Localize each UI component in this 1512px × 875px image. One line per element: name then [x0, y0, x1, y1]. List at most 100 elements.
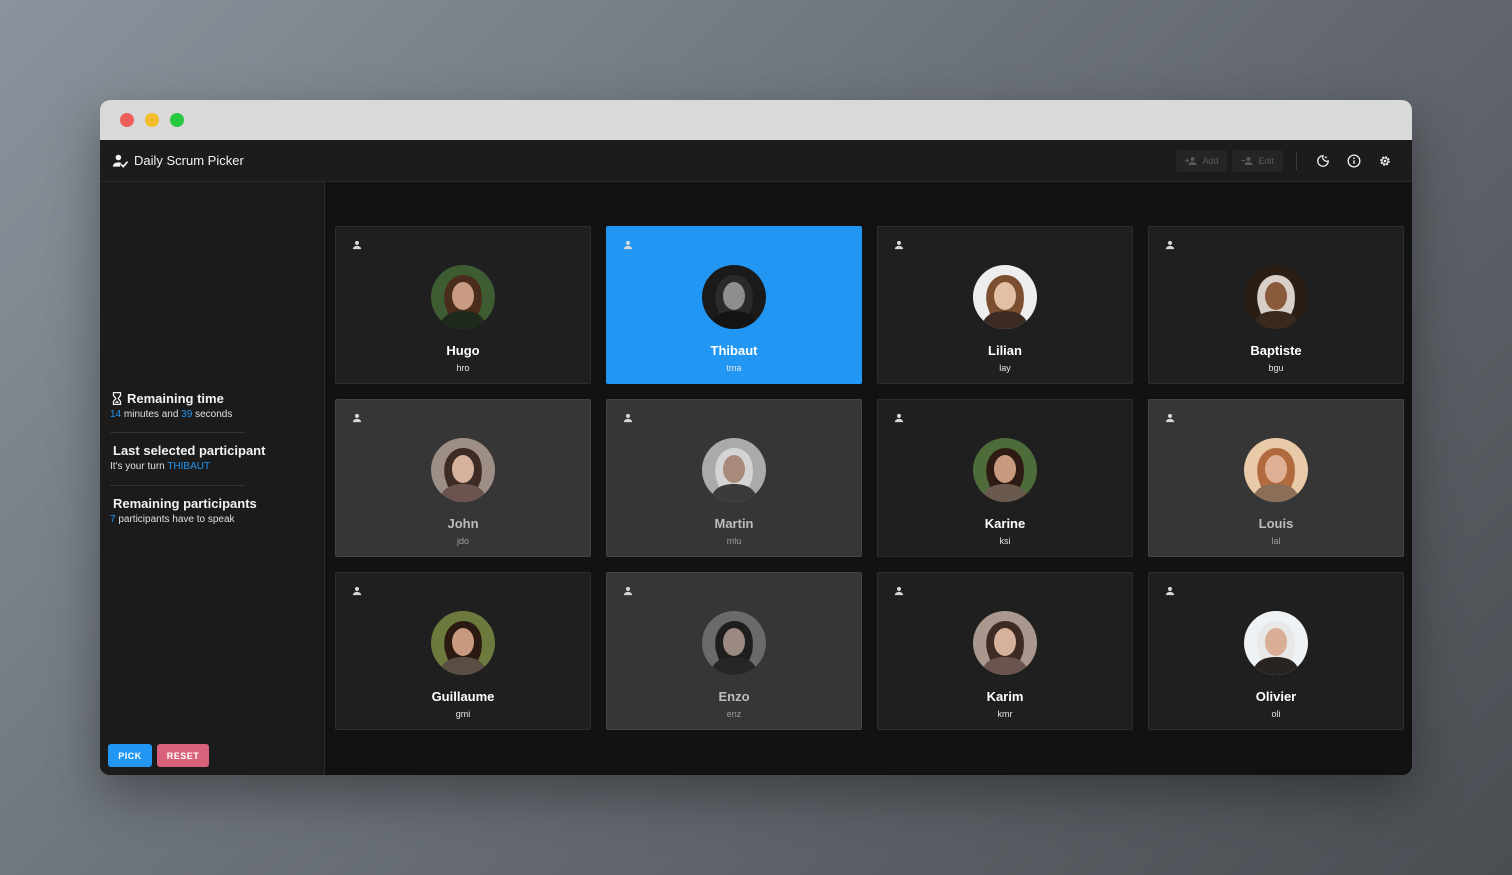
- last-selected-title: Last selected participant: [113, 443, 266, 458]
- avatar: [702, 611, 766, 675]
- participant-name: Karine: [984, 516, 1026, 531]
- person-icon: [894, 240, 904, 250]
- edit-button-label: Edit: [1258, 155, 1274, 166]
- participant-code: enz: [726, 709, 742, 719]
- participant-name: John: [447, 516, 479, 531]
- last-selected-text: It's your turn THIBAUT: [110, 461, 211, 472]
- person-icon: [623, 413, 633, 423]
- avatar: [431, 265, 495, 329]
- remaining-participants-text: 7 participants have to speak: [110, 514, 235, 525]
- last-selected-panel: Last selected participant It's your turn…: [110, 443, 265, 472]
- participant-card-olivier[interactable]: Olivier oli: [1148, 572, 1404, 730]
- participant-card-thibaut[interactable]: Thibaut tma: [606, 226, 862, 384]
- participant-name: Enzo: [718, 689, 750, 704]
- add-participant-button[interactable]: Add: [1176, 149, 1228, 172]
- avatar: [702, 438, 766, 502]
- remaining-time-panel: Remaining time 14 minutes and 39 seconds: [110, 391, 245, 420]
- remaining-participants-count: 7: [110, 514, 116, 525]
- person-icon: [1165, 586, 1175, 596]
- avatar: [431, 611, 495, 675]
- remaining-time-title: Remaining time: [127, 391, 224, 406]
- participant-name: Hugo: [446, 343, 480, 358]
- participants-grid: Hugo hro Thibaut tma Lilian lay Baptiste…: [335, 226, 1404, 730]
- remaining-participants-title: Remaining participants: [113, 496, 257, 511]
- settings-button[interactable]: [1369, 145, 1400, 176]
- avatar: [431, 438, 495, 502]
- close-window-button[interactable]: [120, 113, 134, 127]
- avatar: [1244, 611, 1308, 675]
- participant-code: hro: [456, 363, 470, 373]
- person-icon: [1165, 240, 1175, 250]
- minimize-window-button[interactable]: [145, 113, 159, 127]
- participant-card-karim[interactable]: Karim kmr: [877, 572, 1133, 730]
- participant-card-enzo[interactable]: Enzo enz: [606, 572, 862, 730]
- participant-code: ksi: [999, 536, 1011, 546]
- participant-card-hugo[interactable]: Hugo hro: [335, 226, 591, 384]
- gear-icon: [1379, 155, 1390, 166]
- avatar: [1244, 265, 1308, 329]
- person-add-icon: [1185, 156, 1197, 165]
- window-titlebar: [100, 100, 1412, 140]
- participant-name: Guillaume: [431, 689, 495, 704]
- sidebar: Remaining time 14 minutes and 39 seconds: [100, 182, 325, 775]
- pick-button[interactable]: PICK: [108, 744, 152, 767]
- sidebar-divider: [110, 432, 245, 433]
- toolbar-divider: [1296, 151, 1297, 170]
- moon-icon: [1316, 154, 1329, 167]
- participant-card-john[interactable]: John jdo: [335, 399, 591, 557]
- remaining-participants-panel: Remaining participants 7 participants ha…: [110, 496, 257, 525]
- user-check-icon: [112, 154, 129, 168]
- participant-card-lilian[interactable]: Lilian lay: [877, 226, 1133, 384]
- info-button[interactable]: [1338, 145, 1369, 176]
- add-button-label: Add: [1202, 155, 1219, 166]
- sidebar-divider: [110, 485, 245, 486]
- participant-name: Louis: [1258, 516, 1294, 531]
- remaining-seconds: 39: [181, 409, 193, 420]
- participant-card-baptiste[interactable]: Baptiste bgu: [1148, 226, 1404, 384]
- avatar: [1244, 438, 1308, 502]
- participant-code: kmr: [997, 709, 1013, 719]
- person-icon: [1165, 413, 1175, 423]
- reset-button[interactable]: RESET: [157, 744, 209, 767]
- participant-code: lal: [1271, 536, 1281, 546]
- remaining-time-text: 14 minutes and 39 seconds: [110, 409, 233, 420]
- avatar: [973, 265, 1037, 329]
- person-icon: [352, 413, 362, 423]
- theme-toggle-button[interactable]: [1307, 145, 1338, 176]
- participant-code: mlu: [726, 536, 742, 546]
- edit-participant-button[interactable]: Edit: [1232, 149, 1283, 172]
- person-icon: [894, 413, 904, 423]
- person-edit-icon: [1241, 156, 1253, 165]
- participant-card-martin[interactable]: Martin mlu: [606, 399, 862, 557]
- participants-area: Hugo hro Thibaut tma Lilian lay Baptiste…: [325, 182, 1412, 775]
- participant-name: Baptiste: [1250, 343, 1302, 358]
- participant-card-karine[interactable]: Karine ksi: [877, 399, 1133, 557]
- avatar: [702, 265, 766, 329]
- info-icon: [1347, 154, 1360, 167]
- participant-name: Lilian: [988, 343, 1022, 358]
- participant-card-louis[interactable]: Louis lal: [1148, 399, 1404, 557]
- person-icon: [623, 586, 633, 596]
- participant-code: bgu: [1268, 363, 1284, 373]
- participant-name: Karim: [986, 689, 1024, 704]
- participant-code: tma: [726, 363, 742, 373]
- person-icon: [623, 240, 633, 250]
- maximize-window-button[interactable]: [170, 113, 184, 127]
- person-icon: [352, 586, 362, 596]
- app-bar: Daily Scrum Picker Add Edit: [100, 140, 1412, 182]
- participant-name: Olivier: [1255, 689, 1297, 704]
- participant-code: jdo: [456, 536, 469, 546]
- participant-code: gmi: [455, 709, 471, 719]
- app-window: Daily Scrum Picker Add Edit Remaining ti…: [100, 100, 1412, 775]
- person-icon: [894, 586, 904, 596]
- avatar: [973, 438, 1037, 502]
- participant-code: lay: [999, 363, 1011, 373]
- hourglass-icon: [112, 392, 122, 405]
- person-icon: [352, 240, 362, 250]
- app-title-text: Daily Scrum Picker: [134, 153, 244, 168]
- participant-code: oli: [1271, 709, 1281, 719]
- participant-name: Thibaut: [710, 343, 758, 358]
- app-title: Daily Scrum Picker: [112, 153, 244, 168]
- participant-card-guillaume[interactable]: Guillaume gmi: [335, 572, 591, 730]
- remaining-minutes: 14: [110, 409, 122, 420]
